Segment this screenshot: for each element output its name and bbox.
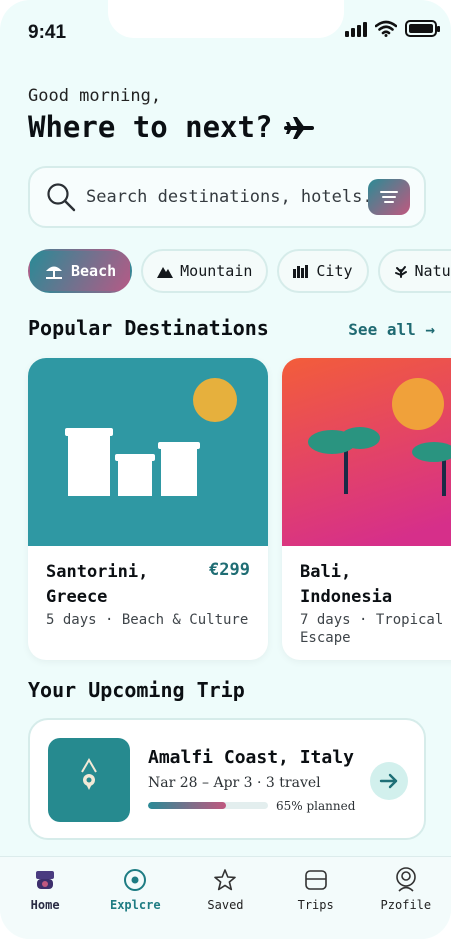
notch [108,0,344,38]
destination-name-line2: Greece [46,587,108,607]
destination-name: Bali, Indonesia [300,560,392,610]
suitcase-icon [304,870,327,890]
mountain-icon [157,266,174,278]
destination-meta-line1: 7 days · Tropical [300,612,444,628]
phone-screen: 9:41 Good morning, Where to next? Search… [0,0,451,939]
tab-label: Trips [297,898,334,912]
chip-label: City [316,262,353,280]
trip-thumbnail [48,738,130,822]
tab-profile[interactable]: Pzofile [366,867,446,912]
chip-label: Nature [414,262,451,280]
tab-saved[interactable]: Saved [185,867,265,912]
upcoming-trip-card[interactable]: Amalfi Coast, Italy Nar 28 – Apr 3 · 3 t… [28,718,426,840]
see-all-link[interactable]: See all → [348,320,435,339]
location-pin-icon [81,758,97,790]
star-icon [214,869,237,891]
search-bar[interactable]: Search destinations, hotels.. [28,166,426,228]
bottom-tab-bar: Home Explcre Saved Trips Pzofile [0,856,451,939]
destination-meta: 5 days · Beach & Culture [46,612,249,628]
santorini-illustration [28,358,268,546]
destination-card-santorini[interactable]: Santorini, Greece €299 5 days · Beach & … [28,358,268,660]
chip-beach[interactable]: Beach [28,249,133,293]
section-title-popular: Popular Destinations [28,316,269,340]
trip-progress-label: 65% planned [276,799,356,813]
leaf-icon [394,266,407,278]
trip-open-button[interactable] [370,762,408,800]
trip-progress-fill [148,802,226,809]
destination-name-line1: Bali, [300,562,352,582]
tab-explore[interactable]: Explcre [95,867,175,912]
destination-card-bali[interactable]: Bali, Indonesia 7 days · Tropical Escape [282,358,451,660]
city-icon [293,265,309,278]
tab-label: Explcre [109,898,161,912]
status-bar: 9:41 [0,0,451,66]
tab-label: Saved [207,898,244,912]
arrow-right-icon [379,773,398,789]
airplane-icon [284,117,315,139]
destination-price: €299 [209,560,250,580]
chip-label: Mountain [180,262,253,280]
chip-city[interactable]: City [277,249,369,293]
compass-icon [124,869,147,891]
greeting-text: Good morning, [28,86,162,106]
destination-name: Santorini, Greece [46,560,148,610]
destination-meta: 7 days · Tropical Escape [300,611,443,647]
filter-button[interactable] [368,179,410,215]
section-title-upcoming: Your Upcoming Trip [28,678,245,702]
chip-nature[interactable]: Nature [377,249,451,293]
trip-dates: Nar 28 – Apr 3 · 3 travel [148,775,321,791]
destination-name-line2: Indonesia [300,587,393,607]
tab-trips[interactable]: Trips [276,867,356,912]
status-time: 9:41 [28,22,67,43]
search-input[interactable]: Search destinations, hotels.. [86,187,368,207]
wifi-icon [375,20,397,37]
home-icon [36,871,55,889]
bali-illustration [282,358,451,546]
chip-mountain[interactable]: Mountain [141,249,269,293]
tab-home[interactable]: Home [5,867,85,912]
trip-progress-bar [148,802,268,809]
cellular-signal-icon [345,21,367,37]
umbrella-icon [46,266,62,279]
destination-name-line1: Santorini, [46,562,149,582]
battery-icon [405,20,440,37]
tab-label: Pzofile [380,898,432,912]
search-icon [47,183,76,212]
trip-title: Amalfi Coast, Italy [148,747,354,768]
chip-label: Beach [71,262,117,280]
destination-meta-line2: Escape [300,630,351,646]
headline-text: Where to next? [28,110,273,144]
tab-label: Home [30,898,60,912]
profile-icon [396,867,416,892]
page-title: Where to next? [28,110,315,144]
status-icons [345,20,440,37]
category-chips: Beach Mountain City Nature [28,249,451,293]
